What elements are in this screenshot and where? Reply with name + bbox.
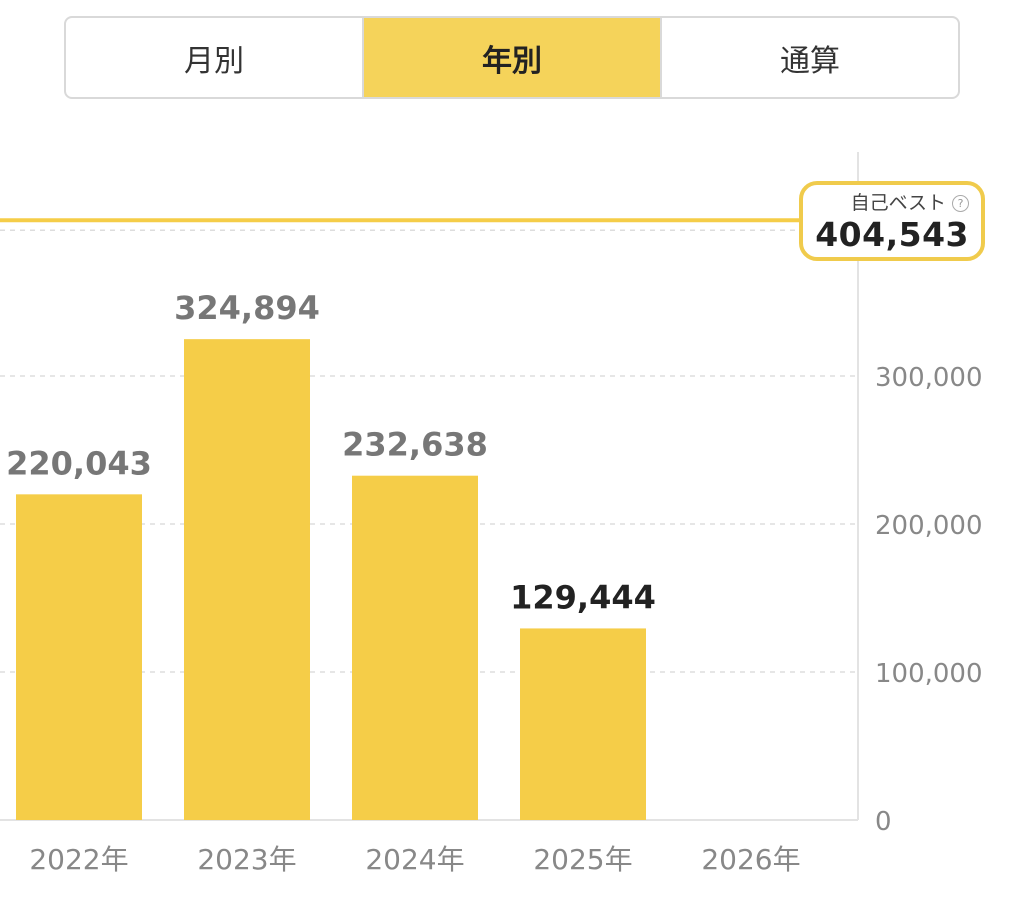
personal-best-label-text: 自己ベスト [850, 192, 946, 214]
personal-best-label: 自己ベスト? [803, 191, 969, 215]
bar [520, 628, 646, 820]
question-circle-icon[interactable]: ? [952, 195, 969, 212]
personal-best-value: 404,543 [815, 215, 969, 254]
bar-value-label: 220,043 [6, 444, 152, 482]
bar [184, 339, 310, 820]
x-tick-label: 2022年 [29, 843, 128, 876]
y-tick-label: 300,000 [875, 363, 983, 393]
y-tick-label: 200,000 [875, 511, 983, 541]
x-tick-label: 2026年 [701, 843, 800, 876]
x-tick-label: 2025年 [533, 843, 632, 876]
bar [352, 475, 478, 820]
y-tick-label: 100,000 [875, 659, 983, 689]
y-tick-label: 0 [875, 807, 892, 837]
bar-value-label: 129,444 [510, 578, 656, 616]
personal-best-badge: 自己ベスト? 404,543 [799, 181, 985, 261]
x-tick-label: 2023年 [197, 843, 296, 876]
yearly-bar-chart: 0 100,000 200,000 300,000 220,043 2022年 324,89… [0, 152, 983, 876]
bar [16, 494, 142, 820]
x-tick-label: 2024年 [365, 843, 464, 876]
bar-value-label: 232,638 [342, 426, 488, 464]
bar-value-label: 324,894 [174, 289, 320, 327]
